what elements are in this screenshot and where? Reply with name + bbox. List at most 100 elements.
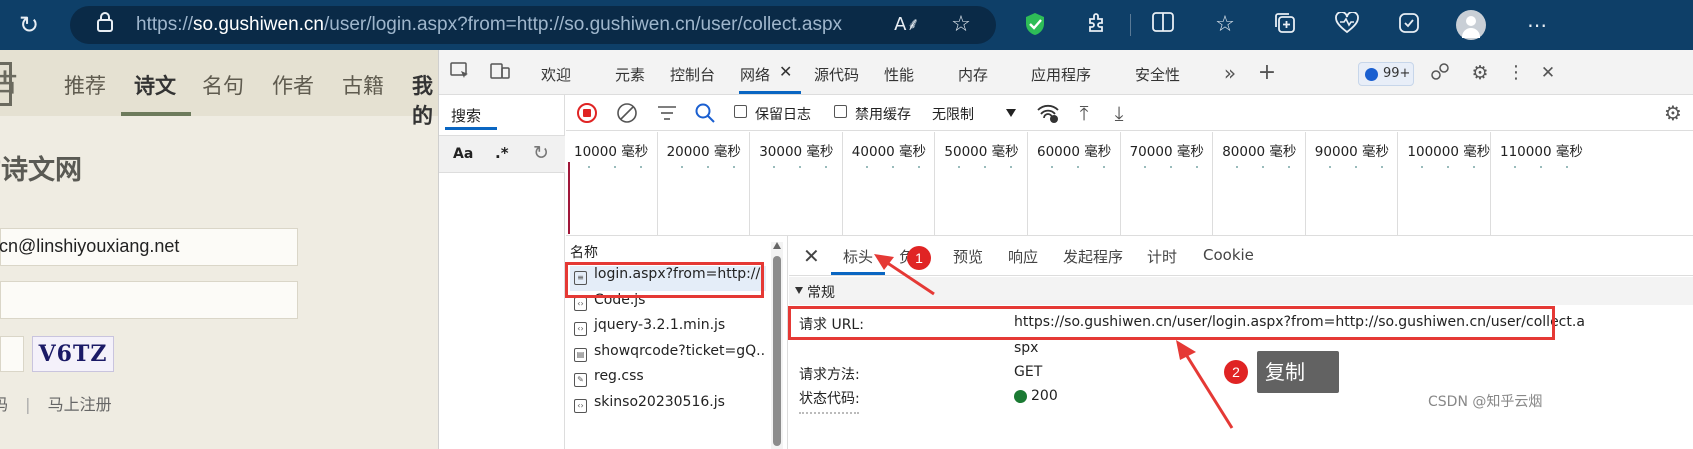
disable-cache-checkbox[interactable] bbox=[834, 105, 847, 118]
timeline-dot bbox=[917, 166, 920, 168]
timeline-dot bbox=[1473, 166, 1476, 168]
split-screen-icon[interactable] bbox=[1150, 12, 1176, 38]
tab-network[interactable]: 网络 bbox=[740, 64, 770, 85]
match-case-toggle[interactable]: Aa bbox=[453, 146, 473, 162]
connections-icon[interactable] bbox=[1429, 62, 1451, 84]
profile-avatar[interactable] bbox=[1456, 10, 1486, 40]
request-url-wrap[interactable]: spx bbox=[1014, 340, 1038, 356]
performance-icon[interactable] bbox=[1396, 12, 1422, 38]
request-name: reg.css bbox=[594, 368, 644, 384]
devtools-more-icon[interactable]: ⋮ bbox=[1505, 62, 1527, 84]
request-row[interactable]: ▤ showqrcode?ticket=gQ... bbox=[570, 343, 766, 368]
export-har-icon[interactable]: ⤓ bbox=[1109, 101, 1129, 125]
import-har-icon[interactable]: ⤒ bbox=[1074, 101, 1094, 125]
network-conditions-icon[interactable] bbox=[1036, 102, 1060, 124]
network-timeline[interactable]: 10000 毫秒 20000 毫秒 30000 毫秒 40000 毫秒 50000 毫秒… bbox=[566, 132, 1693, 236]
status-code-value[interactable]: 200 bbox=[1031, 388, 1058, 404]
tab-console[interactable]: 控制台 bbox=[670, 64, 715, 85]
script-icon: ‹› bbox=[574, 296, 587, 311]
timeline-dot bbox=[1262, 166, 1265, 168]
timeline-dot bbox=[680, 166, 683, 168]
site-nav: 古 推荐 诗文 名句 作者 古籍 我的 bbox=[0, 50, 438, 128]
tab-timing[interactable]: 计时 bbox=[1147, 246, 1177, 267]
clear-icon[interactable] bbox=[616, 102, 638, 124]
filter-icon[interactable] bbox=[656, 102, 678, 124]
collections-icon[interactable] bbox=[1272, 12, 1298, 38]
chevron-down-icon[interactable] bbox=[1006, 109, 1016, 117]
search-icon[interactable] bbox=[694, 102, 716, 124]
highlight-request-row bbox=[565, 262, 764, 298]
tab-application[interactable]: 应用程序 bbox=[1031, 64, 1091, 85]
password-field[interactable] bbox=[0, 281, 298, 319]
tab-search[interactable]: 搜索 bbox=[451, 105, 481, 126]
captcha-input[interactable] bbox=[0, 336, 24, 372]
shield-icon[interactable] bbox=[1022, 12, 1048, 38]
nav-item-classics[interactable]: 古籍 bbox=[342, 70, 384, 100]
request-row[interactable]: ✎ reg.css bbox=[570, 368, 766, 393]
timeline-dot bbox=[732, 166, 735, 168]
request-row[interactable]: ‹› jquery-3.2.1.min.js bbox=[570, 317, 766, 342]
throttling-select[interactable]: 无限制 bbox=[932, 104, 974, 124]
request-method-value[interactable]: GET bbox=[1014, 364, 1042, 380]
tab-sources[interactable]: 源代码 bbox=[814, 64, 859, 85]
request-name: showqrcode?ticket=gQ... bbox=[594, 342, 766, 359]
request-list-header[interactable]: 名称 bbox=[570, 242, 598, 262]
inspect-element-icon[interactable] bbox=[449, 62, 471, 84]
nav-item-recommend[interactable]: 推荐 bbox=[64, 70, 106, 100]
tab-welcome[interactable]: 欢迎 bbox=[541, 64, 571, 85]
regex-toggle[interactable]: .* bbox=[495, 144, 509, 162]
close-network-tab-icon[interactable]: ✕ bbox=[779, 62, 792, 81]
close-devtools-icon[interactable]: ✕ bbox=[1537, 62, 1559, 84]
request-row[interactable]: ‹› skinso20230516.js bbox=[570, 394, 766, 419]
tab-security[interactable]: 安全性 bbox=[1135, 64, 1180, 85]
tab-performance[interactable]: 性能 bbox=[884, 64, 914, 85]
read-aloud-icon[interactable]: A⸙ bbox=[894, 12, 920, 38]
request-list-scrollbar[interactable] bbox=[771, 242, 783, 449]
more-menu-icon[interactable]: ⋯ bbox=[1524, 12, 1550, 38]
more-tabs-icon[interactable]: » bbox=[1219, 62, 1241, 84]
timeline-gridline bbox=[1212, 132, 1214, 236]
timeline-tick-label: 110000 毫秒 bbox=[1500, 144, 1583, 160]
nav-item-quotes[interactable]: 名句 bbox=[202, 70, 244, 100]
browser-toolbar: ↻ https://so.gushiwen.cn/user/login.aspx… bbox=[0, 0, 1693, 50]
device-emulation-icon[interactable] bbox=[489, 62, 511, 84]
preserve-log-checkbox[interactable] bbox=[734, 105, 747, 118]
browser-essentials-icon[interactable] bbox=[1334, 11, 1360, 38]
tab-memory[interactable]: 内存 bbox=[958, 64, 988, 85]
timeline-dot bbox=[773, 166, 776, 168]
general-section-label: 常规 bbox=[807, 285, 835, 301]
nav-item-poems[interactable]: 诗文 bbox=[134, 70, 176, 100]
url-text[interactable]: https://so.gushiwen.cn/user/login.aspx?f… bbox=[136, 14, 842, 36]
close-details-icon[interactable]: ✕ bbox=[803, 244, 820, 268]
timeline-tick-label: 60000 毫秒 bbox=[1037, 144, 1112, 160]
timeline-dot bbox=[891, 166, 894, 168]
site-logo[interactable]: 古 bbox=[0, 62, 17, 106]
timeline-tick-label: 100000 毫秒 bbox=[1407, 144, 1491, 160]
timeline-dot bbox=[1236, 166, 1239, 168]
issues-badge[interactable]: 99+ bbox=[1358, 62, 1414, 86]
favorite-star-icon[interactable]: ☆ bbox=[948, 12, 974, 38]
record-stop-icon[interactable] bbox=[576, 102, 598, 124]
register-link[interactable]: 马上注册 bbox=[48, 395, 112, 414]
tab-elements[interactable]: 元素 bbox=[615, 64, 645, 85]
tab-cookie[interactable]: Cookie bbox=[1203, 246, 1254, 264]
captcha-image[interactable]: V6TZ bbox=[32, 336, 114, 372]
file-icon: ▤ bbox=[574, 347, 587, 362]
network-settings-icon[interactable]: ⚙ bbox=[1662, 101, 1684, 125]
scrollbar-thumb[interactable] bbox=[773, 256, 781, 446]
forgot-password-link[interactable]: 码 bbox=[0, 395, 8, 414]
refresh-icon[interactable]: ↻ bbox=[16, 12, 42, 38]
refresh-search-icon[interactable]: ↻ bbox=[533, 142, 549, 164]
tab-initiator[interactable]: 发起程序 bbox=[1063, 246, 1123, 267]
settings-gear-icon[interactable]: ⚙ bbox=[1469, 62, 1491, 84]
timeline-gridline bbox=[841, 132, 843, 236]
nav-item-mine[interactable]: 我的 bbox=[412, 70, 438, 130]
timeline-gridline bbox=[1027, 132, 1028, 236]
add-tab-icon[interactable]: + bbox=[1256, 62, 1278, 84]
extensions-icon[interactable] bbox=[1084, 12, 1110, 38]
timeline-dot bbox=[1447, 166, 1450, 168]
tab-response[interactable]: 响应 bbox=[1008, 246, 1038, 267]
nav-item-authors[interactable]: 作者 bbox=[272, 70, 314, 100]
favorites-icon[interactable]: ☆ bbox=[1212, 12, 1238, 38]
lock-icon[interactable] bbox=[92, 12, 118, 38]
